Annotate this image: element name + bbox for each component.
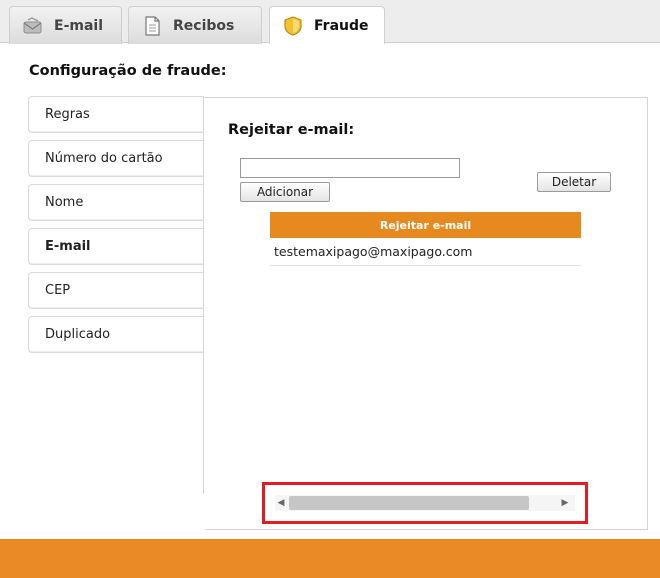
scrollbar-thumb[interactable] (289, 496, 529, 510)
sidebar-item-label: Nome (45, 195, 84, 210)
tab-email-label: E-mail (54, 17, 104, 34)
tab-fraude[interactable]: Fraude (269, 6, 385, 44)
tab-recibos-label: Recibos (173, 17, 235, 34)
sidebar-item-label: Número do cartão (45, 151, 163, 166)
add-button[interactable]: Adicionar (240, 182, 330, 202)
panel-border-gap (203, 494, 205, 534)
sidebar-item-regras[interactable]: Regras (28, 96, 204, 133)
top-tab-bar: E-mail Recibos Fraude (0, 0, 660, 44)
tab-email[interactable]: E-mail (9, 6, 122, 44)
list-header: Rejeitar e-mail (270, 212, 581, 238)
sidebar-item-nome[interactable]: Nome (28, 184, 204, 221)
sidebar: Regras Número do cartão Nome E-mail CEP … (28, 96, 204, 360)
tab-fraude-label: Fraude (314, 17, 369, 34)
sidebar-item-duplicado[interactable]: Duplicado (28, 316, 204, 353)
sidebar-item-cep[interactable]: CEP (28, 272, 204, 309)
content-panel: Rejeitar e-mail: Adicionar Deletar Rejei… (203, 97, 648, 534)
delete-button[interactable]: Deletar (537, 172, 611, 192)
sidebar-item-label: Regras (45, 107, 90, 122)
panel-title: Rejeitar e-mail: (228, 122, 355, 138)
scroll-left-icon[interactable]: ◀ (275, 498, 287, 508)
horizontal-scrollbar-highlight: ◀ ▶ (262, 482, 588, 524)
shield-icon (282, 15, 304, 37)
email-input[interactable] (240, 158, 460, 178)
page-title: Configuração de fraude: (29, 63, 227, 79)
sidebar-item-label: Duplicado (45, 327, 111, 342)
envelope-icon (22, 15, 44, 37)
sidebar-item-label: E-mail (45, 239, 91, 254)
document-icon (141, 15, 163, 37)
list-item[interactable]: testemaxipago@maxipago.com (270, 238, 581, 266)
rejected-email-list: Rejeitar e-mail testemaxipago@maxipago.c… (270, 212, 581, 266)
sidebar-item-numero-cartao[interactable]: Número do cartão (28, 140, 204, 177)
scrollbar-track[interactable]: ◀ ▶ (275, 495, 575, 511)
sidebar-item-label: CEP (45, 283, 71, 298)
sidebar-item-email[interactable]: E-mail (28, 228, 204, 265)
scroll-right-icon[interactable]: ▶ (559, 498, 571, 508)
footer-bar (0, 539, 660, 578)
tab-recibos[interactable]: Recibos (128, 6, 262, 44)
